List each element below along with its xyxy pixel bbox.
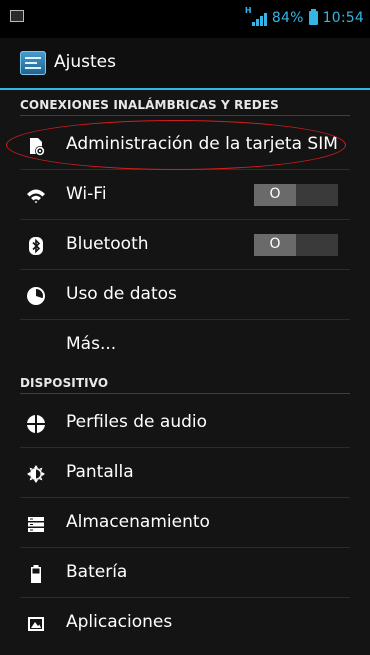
- settings-item-more[interactable]: Más...: [0, 320, 370, 370]
- settings-app-icon[interactable]: [20, 51, 46, 75]
- sim-settings-icon: [30, 138, 45, 156]
- gallery-notification-icon: [10, 10, 24, 22]
- status-bar: H 84% 10:54: [0, 0, 370, 38]
- wifi-toggle[interactable]: O: [254, 184, 338, 206]
- bluetooth-toggle[interactable]: O: [254, 234, 338, 256]
- settings-item-storage[interactable]: Almacenamiento: [0, 498, 370, 548]
- bluetooth-toggle-state: O: [269, 236, 281, 252]
- settings-screen: H 84% 10:54 Ajustes CONEXIONES INALÁMBRI…: [0, 0, 370, 655]
- clock: 10:54: [322, 10, 364, 26]
- battery-percent: 84%: [271, 10, 304, 26]
- action-bar: Ajustes: [0, 38, 370, 90]
- bluetooth-icon: [29, 237, 43, 255]
- settings-item-audio-profiles[interactable]: Perfiles de audio: [0, 398, 370, 448]
- bluetooth-label: Bluetooth: [66, 234, 149, 254]
- storage-label: Almacenamiento: [66, 512, 210, 532]
- status-indicators: H 84% 10:54: [245, 6, 364, 28]
- apps-icon: [28, 617, 44, 631]
- battery-status-icon: [308, 9, 318, 25]
- settings-item-apps[interactable]: Aplicaciones: [0, 598, 370, 648]
- settings-item-sim[interactable]: Administración de la tarjeta SIM: [0, 120, 370, 170]
- storage-icon: [28, 517, 44, 532]
- display-label: Pantalla: [66, 462, 134, 482]
- settings-item-display[interactable]: Pantalla: [0, 448, 370, 498]
- data-usage-icon: [27, 287, 45, 305]
- wifi-label: Wi-Fi: [66, 184, 107, 204]
- battery-icon: [31, 565, 41, 583]
- more-label: Más...: [66, 334, 117, 354]
- settings-item-battery[interactable]: Batería: [0, 548, 370, 598]
- signal-icon: H: [245, 6, 267, 26]
- section-header-device: DISPOSITIVO: [20, 370, 350, 394]
- audio-profiles-label: Perfiles de audio: [66, 412, 208, 432]
- apps-label: Aplicaciones: [66, 612, 173, 632]
- settings-item-bluetooth[interactable]: Bluetooth O: [0, 220, 370, 270]
- wifi-toggle-state: O: [269, 186, 281, 202]
- display-icon: [27, 465, 45, 483]
- settings-item-wifi[interactable]: Wi-Fi O: [0, 170, 370, 220]
- data-usage-label: Uso de datos: [66, 284, 177, 304]
- settings-item-data-usage[interactable]: Uso de datos: [0, 270, 370, 320]
- wifi-icon: [27, 189, 45, 204]
- audio-profiles-icon: [27, 415, 45, 433]
- page-title: Ajustes: [54, 52, 116, 72]
- section-header-wireless: CONEXIONES INALÁMBRICAS Y REDES: [20, 92, 350, 116]
- network-type-label: H: [244, 6, 252, 15]
- battery-label: Batería: [66, 562, 128, 582]
- sim-label: Administración de la tarjeta SIM: [66, 134, 338, 154]
